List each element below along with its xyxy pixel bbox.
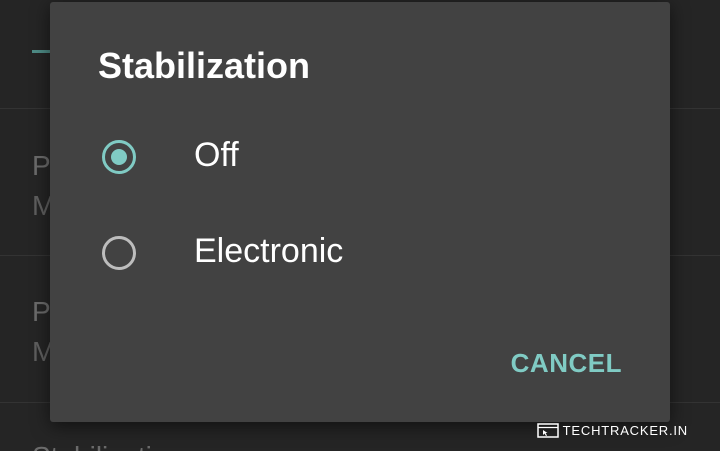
cancel-button[interactable]: CANCEL [511,350,622,376]
radio-checked-icon[interactable] [102,140,136,174]
option-electronic[interactable]: Electronic [90,216,630,296]
radio-unchecked-icon[interactable] [102,236,136,270]
dialog-title: Stabilization [98,45,311,86]
stabilization-dialog: Stabilization Off Electronic CANCEL [50,2,670,422]
settings-item[interactable]: Stabilizatio [32,443,167,451]
settings-item-title: Stabilizatio [32,443,167,451]
browser-window-icon [536,423,559,438]
option-off[interactable]: Off [90,120,630,200]
option-label: Off [194,136,239,174]
option-label: Electronic [194,232,344,270]
watermark-text: TECHTRACKER.IN [562,423,688,438]
watermark: TECHTRACKER.IN [536,423,688,438]
settings-screen: P M P M Stabilizatio Stabilization Off E… [0,0,720,451]
